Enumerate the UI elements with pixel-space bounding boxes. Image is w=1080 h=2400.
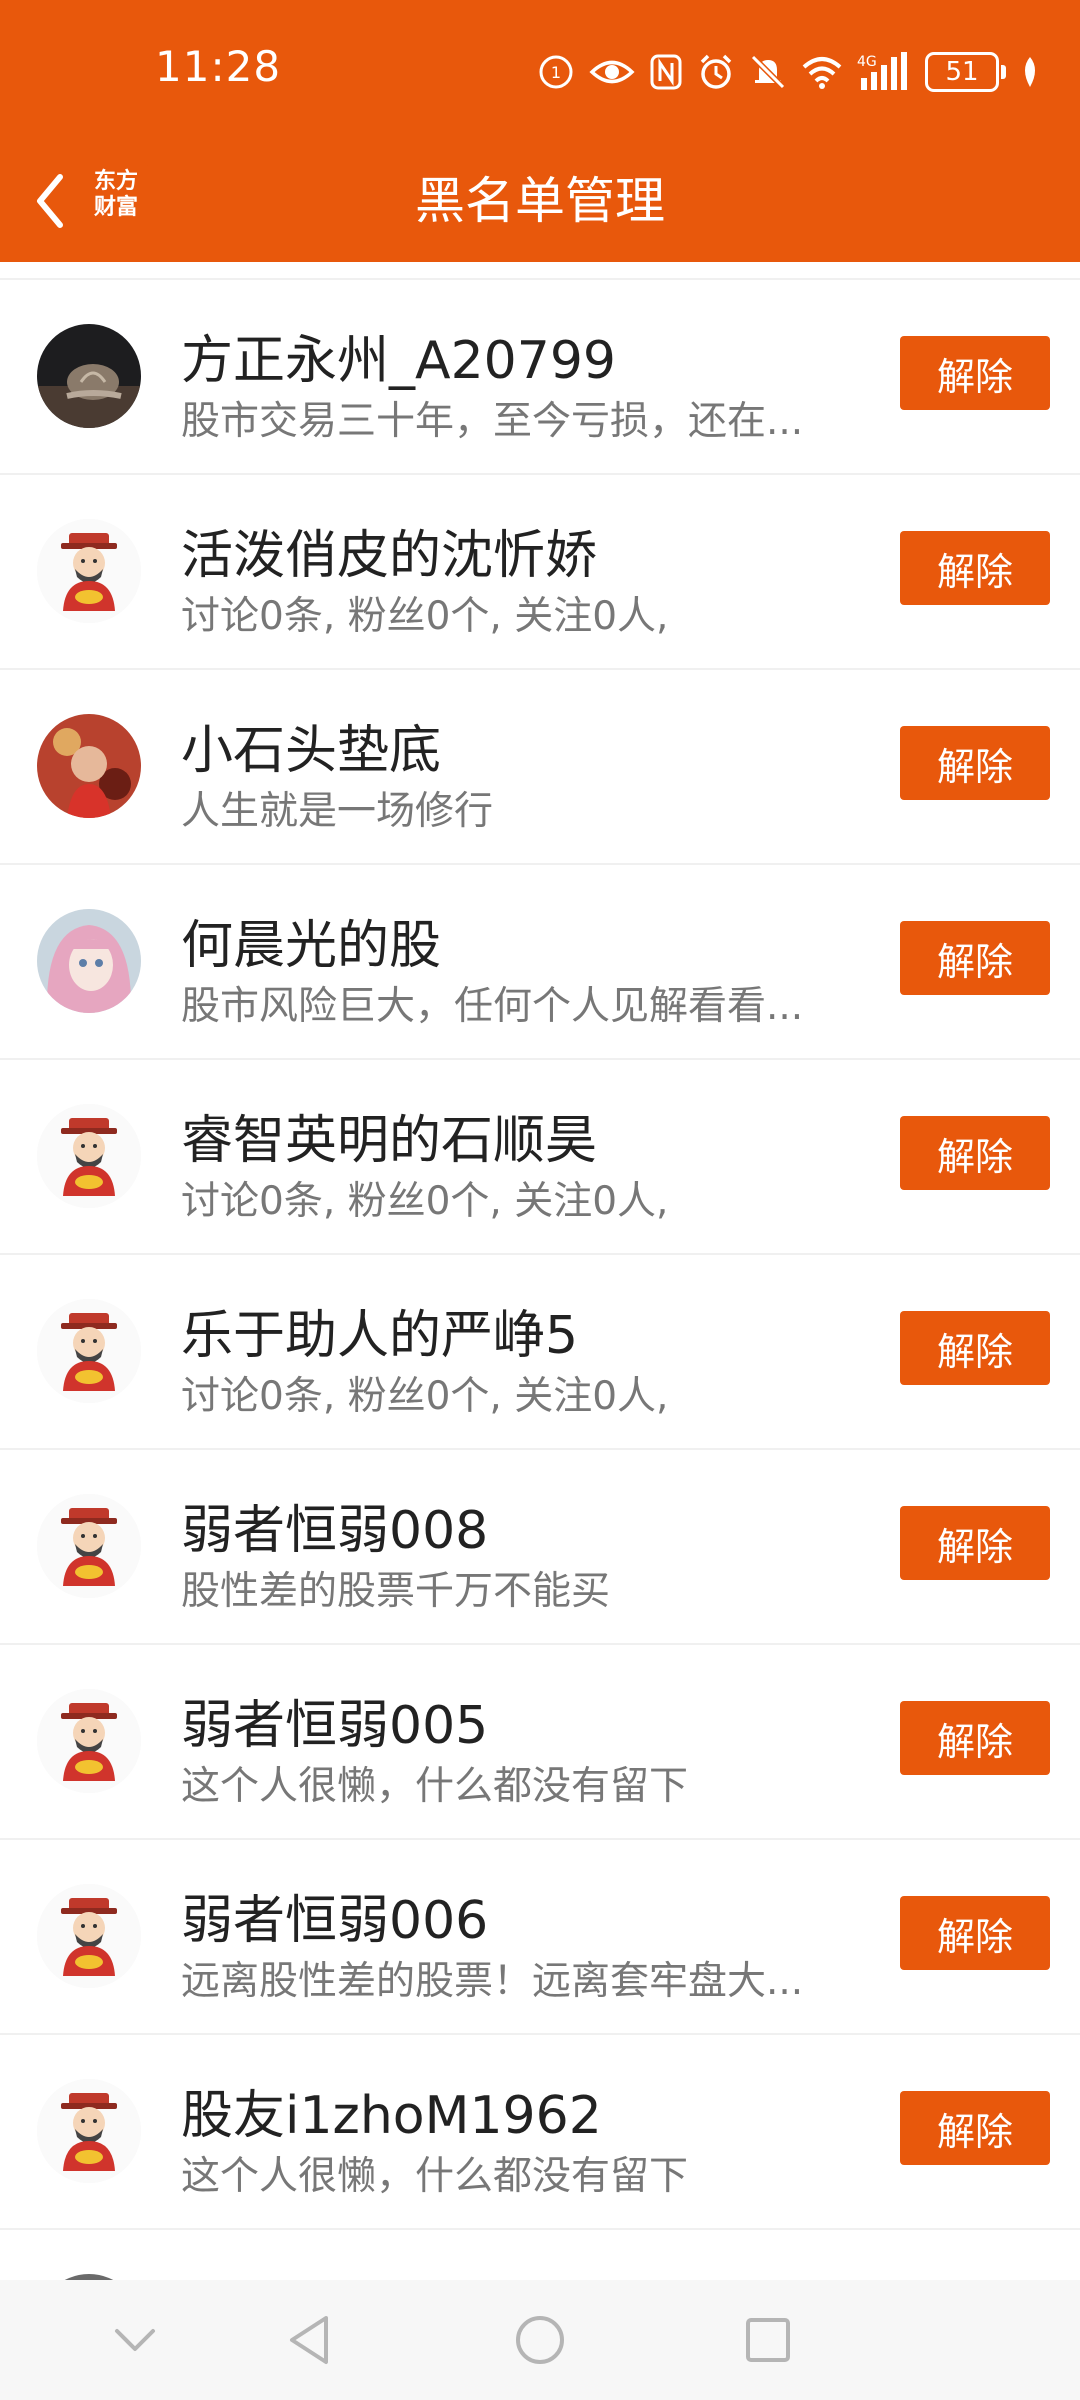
unblock-button[interactable]: 解除 (900, 921, 1050, 995)
list-top-divider (0, 262, 1080, 280)
user-description: 股市风险巨大，任何个人见解看看... (181, 984, 804, 1029)
unblock-button[interactable]: 解除 (900, 1896, 1050, 1970)
navigation-bar (0, 2280, 1080, 2400)
unblock-button[interactable]: 解除 (900, 1701, 1050, 1775)
nfc-icon: 1 (539, 55, 573, 89)
user-name[interactable]: 何晨光的股 (181, 903, 441, 978)
user-description: 这个人很懒，什么都没有留下 (181, 1764, 689, 1809)
blacklist-row: 睿智英明的石顺昊讨论0条, 粉丝0个, 关注0人, 解除 (0, 1060, 1080, 1255)
battery-level: 51 (925, 52, 999, 92)
user-description: 讨论0条, 粉丝0个, 关注0人, (181, 594, 669, 639)
avatar[interactable] (37, 519, 141, 623)
mute-icon (750, 54, 786, 90)
user-name[interactable]: 弱者恒弱005 (181, 1683, 488, 1758)
nav-home-button[interactable] (480, 2280, 600, 2400)
nav-home-icon (516, 2316, 564, 2364)
avatar[interactable] (37, 324, 141, 428)
alarm-icon (700, 54, 732, 89)
blacklist-row: 股友i1zhoM1962 这个人很懒，什么都没有留下 解除 (0, 2035, 1080, 2230)
avatar[interactable] (37, 714, 141, 818)
user-description: 讨论0条, 粉丝0个, 关注0人, (181, 1179, 669, 1224)
app-logo: 东方 财富 (84, 162, 148, 228)
nav-back-icon (290, 2316, 328, 2364)
user-description: 这个人很懒，什么都没有留下 (181, 2154, 689, 2199)
back-button[interactable] (20, 168, 80, 234)
user-name[interactable]: 弱者恒弱008 (181, 1488, 488, 1563)
blacklist-row: 活泼俏皮的沈忻娇讨论0条, 粉丝0个, 关注0人, 解除 (0, 475, 1080, 670)
unblock-button[interactable]: 解除 (900, 1311, 1050, 1385)
nav-recents-icon (746, 2318, 790, 2362)
avatar[interactable] (37, 1494, 141, 1598)
blacklist-row: 弱者恒弱006 远离股性差的股票！远离套牢盘大... 解除 (0, 1840, 1080, 2035)
blacklist-row: 乐于助人的严峥5 讨论0条, 粉丝0个, 关注0人, 解除 (0, 1255, 1080, 1450)
unblock-button[interactable]: 解除 (900, 1116, 1050, 1190)
avatar[interactable] (37, 2079, 141, 2183)
eye-icon (589, 60, 635, 84)
unblock-button[interactable]: 解除 (900, 336, 1050, 410)
unblock-button[interactable]: 解除 (900, 1506, 1050, 1580)
avatar[interactable] (37, 1299, 141, 1403)
user-name[interactable]: 睿智英明的石顺昊 (181, 1098, 597, 1173)
logo-line2: 财富 (93, 195, 138, 220)
blacklist-row: 何晨光的股股市风险巨大，任何个人见解看看... 解除 (0, 865, 1080, 1060)
unblock-button[interactable]: 解除 (900, 2091, 1050, 2165)
user-description: 股性差的股票千万不能买 (181, 1569, 611, 1614)
user-name[interactable]: 乐于助人的严峥5 (181, 1293, 578, 1368)
blacklist: 方正永州_A20799 股市交易三十年，至今亏损，还在... 解除 活泼俏皮的沈忻娇讨… (0, 262, 1080, 2280)
page-title: 黑名单管理 (415, 172, 665, 230)
leaf-icon (1025, 57, 1035, 87)
status-bar: 11:28 1 4G 51 (0, 0, 1080, 140)
blacklist-row: 弱者恒弱008 股性差的股票千万不能买 解除 (0, 1450, 1080, 1645)
avatar[interactable] (37, 909, 141, 1013)
blacklist-row: 小石头垫底人生就是一场修行 解除 (0, 670, 1080, 865)
user-name[interactable]: 活泼俏皮的沈忻娇 (181, 513, 597, 588)
user-name[interactable]: 方正永州_A20799 (181, 318, 616, 393)
user-name[interactable]: 小石头垫底 (181, 708, 441, 783)
nav-down-icon (115, 2329, 155, 2351)
nav-back-button[interactable] (250, 2280, 370, 2400)
avatar[interactable] (37, 1884, 141, 1988)
user-name[interactable]: 弱者恒弱006 (181, 1878, 488, 1953)
network-label: 4G (857, 54, 877, 70)
nav-recents-button[interactable] (708, 2280, 828, 2400)
user-description: 股市交易三十年，至今亏损，还在... (181, 399, 804, 444)
n-icon (650, 54, 682, 90)
user-name[interactable]: 股友i1zhoM1962 (181, 2073, 602, 2148)
svg-text:1: 1 (551, 63, 561, 82)
title-bar: 东方 财富 黑名单管理 (0, 140, 1080, 262)
status-time: 11:28 (155, 42, 282, 91)
logo-line1: 东方 (93, 169, 138, 194)
user-description: 人生就是一场修行 (181, 789, 494, 834)
avatar[interactable] (37, 1104, 141, 1208)
nav-down-button[interactable] (75, 2280, 195, 2400)
user-description: 远离股性差的股票！远离套牢盘大... (181, 1959, 804, 2004)
chevron-left-icon (37, 174, 63, 228)
status-icons: 1 4G 51 (537, 48, 1040, 96)
avatar[interactable] (37, 1689, 141, 1793)
signal-icon: 4G (857, 52, 907, 90)
wifi-icon (802, 57, 842, 89)
unblock-button[interactable]: 解除 (900, 531, 1050, 605)
user-name[interactable]: 秋秋小明姜 (181, 2268, 441, 2280)
user-description: 讨论0条, 粉丝0个, 关注0人, (181, 1374, 669, 1419)
blacklist-row: 秋秋小明姜解除 (0, 2230, 1080, 2280)
blacklist-row: 弱者恒弱005 这个人很懒，什么都没有留下 解除 (0, 1645, 1080, 1840)
battery-icon: 51 (925, 52, 1006, 92)
blacklist-row: 方正永州_A20799 股市交易三十年，至今亏损，还在... 解除 (0, 280, 1080, 475)
unblock-button[interactable]: 解除 (900, 726, 1050, 800)
